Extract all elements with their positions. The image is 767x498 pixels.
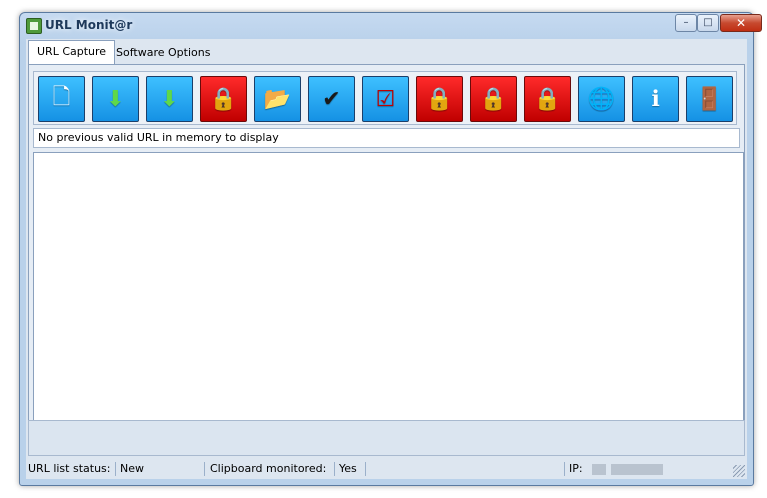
window-title: URL Monit@r bbox=[45, 18, 133, 32]
url-list[interactable] bbox=[33, 152, 744, 448]
exit-button[interactable]: 🚪 bbox=[686, 76, 733, 122]
clipboard-monitored-value: Yes bbox=[339, 462, 357, 475]
url-capture-panel: 🗋 ⬇ ⬇ 🔒 📂 ✔ ☑ 🔒 🔒 🔒 🌐 ℹ 🚪 No previous va… bbox=[28, 64, 745, 456]
resize-grip[interactable] bbox=[733, 465, 745, 477]
open-button[interactable]: 📂 bbox=[254, 76, 301, 122]
checklist-icon: ✔ bbox=[322, 86, 341, 112]
status-separator bbox=[564, 462, 565, 476]
exit-door-icon: 🚪 bbox=[695, 86, 724, 112]
clipboard-monitored-label: Clipboard monitored: bbox=[210, 462, 327, 475]
padlock-icon: 🔒 bbox=[209, 86, 238, 112]
status-separator bbox=[115, 462, 116, 476]
minimize-button[interactable]: – bbox=[675, 14, 697, 32]
status-separator bbox=[365, 462, 366, 476]
web-button[interactable]: 🌐 bbox=[578, 76, 625, 122]
lock-button-3[interactable]: 🔒 bbox=[470, 76, 517, 122]
checklist-red-icon: ☑ bbox=[375, 86, 396, 112]
checklist-button[interactable]: ✔ bbox=[308, 76, 355, 122]
padlock-icon: 🔒 bbox=[479, 86, 508, 112]
globe-icon: 🌐 bbox=[587, 86, 616, 112]
new-document-icon: 🗋 bbox=[52, 85, 71, 110]
bottom-info-panel bbox=[28, 420, 745, 456]
url-status-message: No previous valid URL in memory to displ… bbox=[33, 128, 740, 148]
status-separator bbox=[204, 462, 205, 476]
close-button[interactable]: ✕ bbox=[720, 14, 762, 32]
about-button[interactable]: ℹ bbox=[632, 76, 679, 122]
open-folder-icon: 📂 bbox=[263, 86, 292, 112]
ip-value-redacted bbox=[592, 464, 606, 475]
save-as-button[interactable]: ⬇ bbox=[146, 76, 193, 122]
lock-button-4[interactable]: 🔒 bbox=[524, 76, 571, 122]
toolbar: 🗋 ⬇ ⬇ 🔒 📂 ✔ ☑ 🔒 🔒 🔒 🌐 ℹ 🚪 bbox=[33, 71, 737, 125]
app-icon bbox=[26, 18, 42, 34]
download-to-drive-alt-icon: ⬇ bbox=[160, 86, 179, 112]
ip-value-redacted bbox=[611, 464, 663, 475]
padlock-icon: 🔒 bbox=[533, 86, 562, 112]
padlock-icon: 🔒 bbox=[425, 86, 454, 112]
info-icon: ℹ bbox=[651, 86, 660, 112]
client-area: URL Capture Software Options 🗋 ⬇ ⬇ 🔒 📂 ✔… bbox=[26, 39, 747, 479]
new-list-button[interactable]: 🗋 bbox=[38, 76, 85, 122]
save-button[interactable]: ⬇ bbox=[92, 76, 139, 122]
status-bar: URL list status: New Clipboard monitored… bbox=[26, 459, 747, 479]
maximize-button[interactable]: □ bbox=[697, 14, 719, 32]
app-window: URL Monit@r – □ ✕ URL Capture Software O… bbox=[19, 12, 762, 486]
download-to-drive-icon: ⬇ bbox=[106, 86, 125, 112]
url-list-status-label: URL list status: bbox=[28, 462, 111, 475]
tab-url-capture[interactable]: URL Capture bbox=[28, 40, 116, 65]
lock-button-2[interactable]: 🔒 bbox=[416, 76, 463, 122]
status-separator bbox=[334, 462, 335, 476]
lock-button-1[interactable]: 🔒 bbox=[200, 76, 247, 122]
title-bar[interactable]: URL Monit@r – □ ✕ bbox=[20, 13, 762, 39]
ip-label: IP: bbox=[569, 462, 583, 475]
checklist-button-2[interactable]: ☑ bbox=[362, 76, 409, 122]
url-list-status-value: New bbox=[120, 462, 144, 475]
tab-software-options[interactable]: Software Options bbox=[108, 42, 218, 64]
